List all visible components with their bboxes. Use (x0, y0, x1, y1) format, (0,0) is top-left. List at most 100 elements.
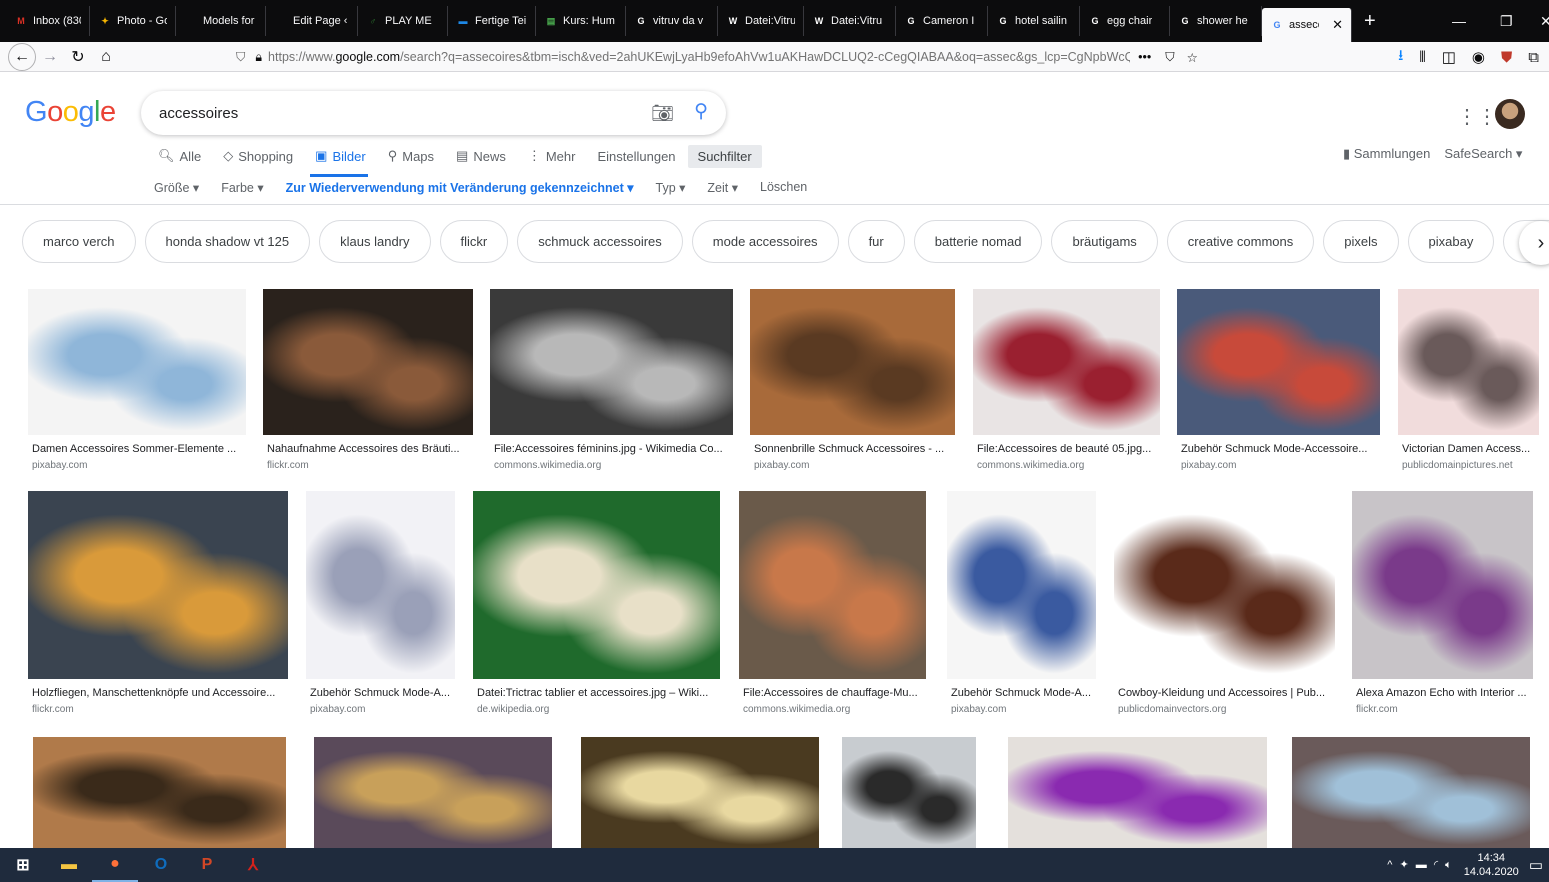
browser-tab[interactable]: Gvitruv da v (626, 6, 718, 36)
restore-button[interactable]: ❐ (1500, 0, 1513, 42)
tab-bilder[interactable]: ▣ Bilder (315, 148, 366, 164)
browser-tab[interactable]: G Cameron I (896, 6, 988, 36)
search-input[interactable]: accessoires 📷︎ ⚲ (141, 91, 726, 135)
result-title[interactable]: File:Accessoires de chauffage-Mu... (743, 687, 926, 699)
result-thumbnail[interactable] (973, 289, 1160, 435)
result-thumbnail[interactable] (1292, 737, 1530, 848)
browser-tab-active[interactable]: Gasseco ✕ (1262, 8, 1352, 42)
result-title[interactable]: Victorian Damen Access... (1402, 443, 1539, 455)
url-bar[interactable]: ⛉ 🔒︎ https://www. google.com/search?q=ass… (236, 45, 1251, 69)
result-title[interactable]: Sonnenbrille Schmuck Accessoires - ... (754, 443, 955, 455)
result-source[interactable]: pixabay.com (754, 460, 809, 471)
related-chip[interactable]: honda shadow vt 125 (144, 220, 311, 263)
firefox-icon[interactable]: ● (92, 848, 138, 882)
close-window-button[interactable]: ✕ (1540, 0, 1549, 42)
related-chip[interactable]: klaus landry (319, 220, 431, 263)
result-source[interactable]: pixabay.com (951, 704, 1006, 715)
result-title[interactable]: Zubehör Schmuck Mode-A... (951, 687, 1096, 699)
bookmark-star-icon[interactable]: ☆ (1187, 50, 1198, 65)
time-filter[interactable]: Zeit ▾ (707, 180, 738, 195)
related-chip[interactable]: flickr (439, 220, 509, 263)
related-chip[interactable]: pixabay (1407, 220, 1495, 263)
related-chip[interactable]: batterie nomad (913, 220, 1043, 263)
forward-button[interactable]: → (36, 44, 64, 70)
result-thumbnail[interactable] (473, 491, 720, 679)
result-title[interactable]: Nahaufnahme Accessoires des Bräuti... (267, 443, 473, 455)
result-thumbnail[interactable] (842, 737, 976, 848)
back-button[interactable]: ← (8, 42, 36, 71)
page-actions-icon[interactable]: ••• (1138, 50, 1151, 64)
result-source[interactable]: pixabay.com (310, 704, 365, 715)
browser-tab[interactable]: W Datei:Vitru (804, 6, 896, 36)
pocket-icon[interactable]: ⛉ (1165, 50, 1174, 65)
tab-mehr[interactable]: ⋮ Mehr (528, 148, 576, 164)
usage-rights-filter[interactable]: Zur Wiederverwendung mit Veränderung gek… (286, 180, 634, 195)
acrobat-icon[interactable]: ⅄ (230, 848, 276, 882)
browser-tab[interactable]: Ghotel sailin (988, 6, 1080, 36)
clear-filters[interactable]: Löschen (760, 180, 807, 195)
windows-start-icon[interactable]: ⊞ (0, 848, 46, 882)
tab-einstellungen[interactable]: Einstellungen (597, 149, 675, 164)
color-filter[interactable]: Farbe ▾ (221, 180, 263, 195)
outlook-icon[interactable]: O (138, 848, 184, 882)
reload-button[interactable]: ↻ (64, 44, 92, 70)
notification-icon[interactable]: ▭ (1529, 856, 1543, 874)
library-icon[interactable]: ⫴ (1419, 49, 1425, 66)
result-thumbnail[interactable] (1177, 289, 1380, 435)
result-thumbnail[interactable] (306, 491, 455, 679)
result-title[interactable]: Cowboy-Kleidung und Accessoires | Pub... (1118, 687, 1335, 699)
result-source[interactable]: flickr.com (1356, 704, 1398, 715)
result-source[interactable]: de.wikipedia.org (477, 704, 549, 715)
tray-icons[interactable]: ^ ✦ ▬ ◜ 🔈︎ (1387, 858, 1453, 872)
browser-tab[interactable]: ▬ Fertige Tei (448, 6, 536, 36)
result-thumbnail[interactable] (581, 737, 819, 848)
related-chip[interactable]: marco verch (22, 220, 136, 263)
result-source[interactable]: flickr.com (267, 460, 309, 471)
result-source[interactable]: publicdomainpictures.net (1402, 460, 1513, 471)
result-thumbnail[interactable] (263, 289, 473, 435)
result-thumbnail[interactable] (739, 491, 926, 679)
tab-news[interactable]: ▤ News (456, 148, 506, 164)
result-source[interactable]: commons.wikimedia.org (743, 704, 850, 715)
browser-tab[interactable]: Gshower he (1170, 6, 1262, 36)
extension-icon[interactable]: ⧉ (1528, 49, 1539, 66)
type-filter[interactable]: Typ ▾ (656, 180, 686, 195)
powerpoint-icon[interactable]: P (184, 848, 230, 882)
browser-tab[interactable]: ♂ PLAY ME (358, 6, 448, 36)
camera-icon[interactable]: 📷︎ (651, 103, 674, 124)
download-icon[interactable]: ⭳ (1398, 45, 1403, 70)
result-thumbnail[interactable] (490, 289, 733, 435)
new-tab-button[interactable]: + (1352, 10, 1388, 33)
result-title[interactable]: Alexa Amazon Echo with Interior ... (1356, 687, 1533, 699)
result-title[interactable]: Datei:Trictrac tablier et accessoires.jp… (477, 687, 720, 699)
result-title[interactable]: File:Accessoires féminins.jpg - Wikimedi… (494, 443, 733, 455)
result-source[interactable]: publicdomainvectors.org (1118, 704, 1226, 715)
result-thumbnail[interactable] (1352, 491, 1533, 679)
related-chip[interactable]: mode accessoires (691, 220, 839, 263)
safesearch-link[interactable]: SafeSearch ▾ (1444, 146, 1522, 162)
result-title[interactable]: Zubehör Schmuck Mode-A... (310, 687, 455, 699)
related-chip[interactable]: bräutigams (1051, 220, 1158, 263)
search-icon[interactable]: ⚲ (694, 100, 708, 123)
browser-tab[interactable]: ✦ Photo - Go (90, 6, 176, 36)
result-thumbnail[interactable] (1398, 289, 1539, 435)
tab-alle[interactable]: 🔍︎ Alle (158, 148, 201, 164)
tab-shopping[interactable]: ◇ Shopping (223, 148, 293, 164)
result-thumbnail[interactable] (1008, 737, 1267, 848)
home-button[interactable]: ⌂ (92, 44, 120, 70)
avatar[interactable] (1495, 99, 1525, 129)
clock[interactable]: 14:34 14.04.2020 (1464, 851, 1519, 879)
result-title[interactable]: Holzfliegen, Manschettenknöpfe und Acces… (32, 687, 288, 699)
result-source[interactable]: commons.wikimedia.org (977, 460, 1084, 471)
tab-suchfilter[interactable]: Suchfilter (687, 144, 762, 168)
size-filter[interactable]: Größe ▾ (154, 180, 199, 195)
close-tab-icon[interactable]: ✕ (1332, 17, 1343, 33)
browser-tab[interactable]: Edit Page ‹ HC (266, 6, 358, 36)
tab-maps[interactable]: ⚲ Maps (388, 148, 434, 164)
minimize-button[interactable]: — (1452, 0, 1466, 42)
ublock-icon[interactable]: ⛊ (1501, 49, 1512, 66)
related-chip[interactable]: schmuck accessoires (517, 220, 683, 263)
account-icon[interactable]: ◉ (1472, 48, 1485, 66)
result-thumbnail[interactable] (28, 491, 288, 679)
browser-tab[interactable]: Gegg chair (1080, 6, 1170, 36)
